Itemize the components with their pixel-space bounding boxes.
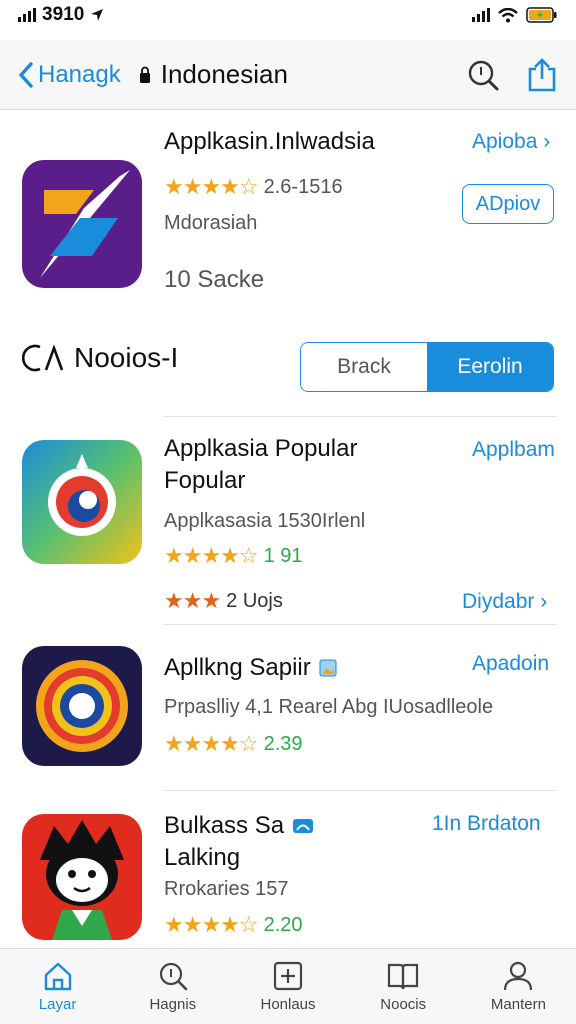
star-rating-icon: ★★★ — [164, 588, 221, 613]
featured-rating-value: 2.6-1516 — [263, 175, 343, 198]
app-detail-link[interactable]: Diydabr › — [462, 590, 547, 614]
app-detail-link-label: Diydabr — [462, 590, 535, 613]
app-rating: ★★★★☆ 2.39 — [164, 731, 303, 757]
featured-subtitle: Mdorasiah — [164, 212, 258, 234]
app-title-line2: Fopular — [164, 467, 246, 494]
wifi-icon — [498, 7, 518, 22]
search-icon[interactable] — [466, 58, 500, 92]
tab-label: Hagnis — [149, 996, 197, 1013]
segmented-control: Brack Eerolin — [300, 342, 554, 392]
tab-mantern[interactable]: Mantern — [461, 949, 576, 1024]
star-rating-icon: ★★★★☆ — [164, 174, 259, 199]
tab-label: Layar — [38, 996, 77, 1013]
nav-title-text: Indonesian — [160, 59, 288, 89]
add-square-icon — [273, 961, 303, 991]
featured-app[interactable]: Applkasin.Inlwadsia ★★★★☆ 2.6-1516 Mdora… — [0, 110, 576, 310]
app-meta: Rrokaries 157 — [164, 878, 289, 900]
cellular-icon — [472, 8, 490, 22]
navigation-bar: Hanagk Indonesian — [0, 40, 576, 110]
location-icon — [91, 9, 104, 21]
app-title: Bulkass Sa Lalking — [164, 810, 314, 874]
divider — [164, 416, 556, 417]
tab-layar[interactable]: Layar — [0, 949, 115, 1024]
tab-label: Honlaus — [260, 996, 316, 1013]
star-rating-icon: ★★★★☆ — [164, 731, 259, 756]
featured-link[interactable]: Apioba › — [472, 130, 550, 154]
divider — [164, 624, 556, 625]
app-rating: ★★★★☆ 2.20 — [164, 912, 303, 938]
featured-rating: ★★★★☆ 2.6-1516 — [164, 174, 343, 200]
app-title-line1: Applkasia Popular — [164, 435, 358, 462]
featured-get-button[interactable]: ADpiov — [462, 184, 554, 224]
app-meta: Applkasasia 1530Irlenl — [164, 510, 366, 532]
section-icon — [22, 344, 64, 372]
app-link[interactable]: Applbam — [472, 438, 555, 462]
featured-size: 10 Sacke — [164, 266, 265, 293]
app-title: Applkasia Popular Fopular — [164, 433, 357, 497]
share-icon[interactable] — [526, 57, 558, 93]
section-title: Nooios-I — [74, 342, 179, 373]
back-button[interactable]: Hanagk — [18, 61, 121, 89]
app-rating-value: 2.39 — [263, 732, 303, 755]
tab-bar: Layar Hagnis Honlaus Noocis Mantern — [0, 948, 576, 1024]
person-icon — [504, 961, 533, 991]
book-icon — [388, 963, 419, 990]
tab-label: Noocis — [380, 996, 427, 1013]
app-rating: ★★★★☆ 1 91 — [164, 543, 303, 569]
app-icon-popular — [22, 440, 142, 564]
tab-hagnis[interactable]: Hagnis — [115, 949, 230, 1024]
home-icon — [44, 962, 71, 991]
star-rating-icon: ★★★★☆ — [164, 543, 259, 568]
nav-actions — [466, 57, 558, 93]
app-title-line2: Lalking — [164, 844, 241, 871]
star-rating-icon: ★★★★☆ — [164, 912, 259, 937]
status-right — [472, 7, 558, 23]
status-left: 3910 — [18, 4, 104, 26]
search-icon — [159, 962, 188, 991]
divider — [164, 790, 556, 791]
status-bar: 3910 — [0, 0, 576, 30]
app-extra-value: 2 Uojs — [226, 589, 283, 612]
featured-link-label: Apioba — [472, 130, 538, 153]
app-rating-value: 2.20 — [263, 913, 303, 936]
app-title: Apllkng Sapiir — [164, 652, 337, 684]
featured-app-title: Applkasin.Inlwadsia — [164, 128, 375, 155]
app-link[interactable]: 1In Brdaton — [432, 812, 541, 836]
app-icon-sapiir — [22, 646, 142, 766]
chevron-left-icon — [19, 61, 33, 88]
status-time: 3910 — [42, 4, 85, 25]
signal-icon — [18, 8, 36, 22]
image-badge-icon — [319, 659, 337, 677]
app-title-line1: Apllkng Sapiir — [164, 654, 311, 681]
chevron-right-icon: › — [540, 590, 548, 613]
back-label: Hanagk — [38, 60, 121, 88]
section-header: Nooios-I — [22, 342, 178, 374]
tab-label: Mantern — [490, 996, 546, 1013]
segment-eerolin[interactable]: Eerolin — [427, 343, 553, 391]
segment-brack[interactable]: Brack — [301, 343, 427, 391]
app-icon-lalking — [22, 814, 142, 940]
image-badge-icon — [293, 819, 314, 833]
app-title-line1: Bulkass Sa — [164, 812, 285, 839]
tab-noocis[interactable]: Noocis — [346, 949, 461, 1024]
tab-honlaus[interactable]: Honlaus — [230, 949, 345, 1024]
app-meta: Prpaslliy 4,1 Rearel Abg IUosadlleole — [164, 696, 494, 718]
app-rating-value: 1 91 — [263, 544, 303, 567]
featured-app-icon — [22, 160, 142, 288]
battery-icon — [526, 7, 557, 23]
app-extra-rating: ★★★ 2 Uojs — [164, 588, 283, 614]
lock-icon — [139, 66, 150, 83]
chevron-right-icon: › — [543, 130, 551, 153]
nav-title: Indonesian — [139, 59, 288, 90]
app-link[interactable]: Apadoin — [472, 652, 549, 676]
